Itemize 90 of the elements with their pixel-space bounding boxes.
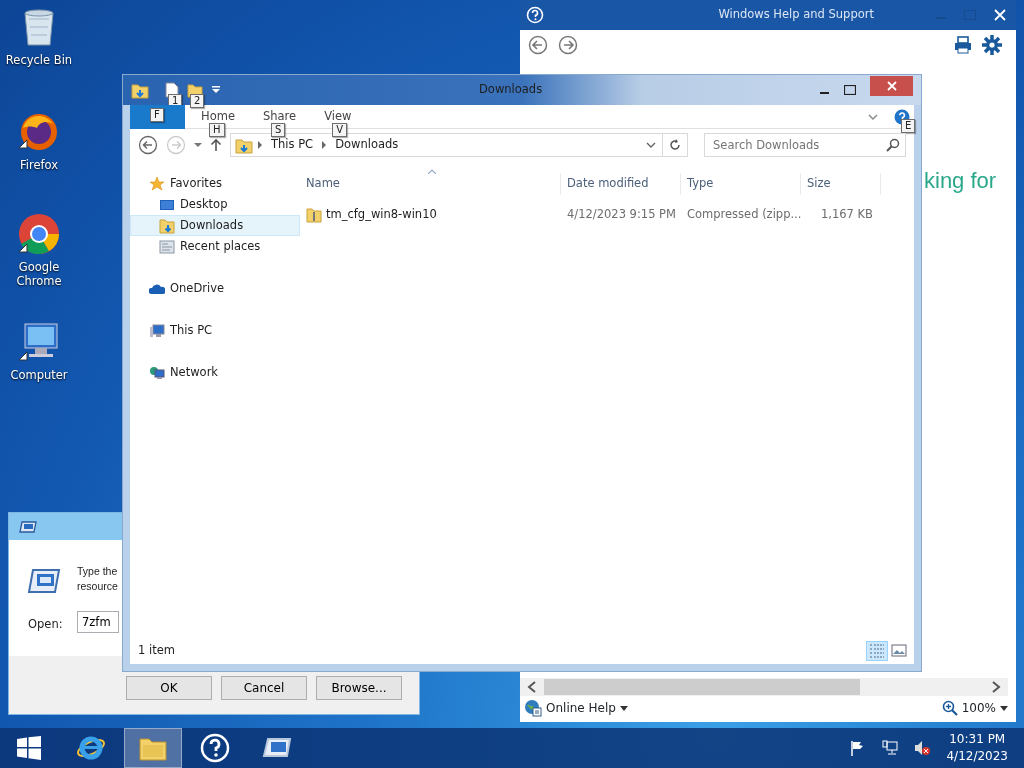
refresh-button[interactable]: [662, 133, 688, 157]
computer-icon: [149, 322, 165, 339]
dropdown-icon[interactable]: [646, 141, 656, 149]
caret-icon: [1000, 705, 1008, 711]
size-cell-text: 1,167 KB: [820, 206, 874, 224]
keytip: H: [209, 122, 225, 137]
windows-logo-icon: [16, 735, 42, 761]
status-text: 1 item: [138, 642, 175, 660]
desktop-icon-label[interactable]: Google Chrome: [4, 260, 74, 289]
breadcrumb-item[interactable]: This PC: [271, 136, 314, 154]
nav-item[interactable]: Downloads: [130, 215, 300, 236]
scrollbar-thumb[interactable]: [544, 679, 860, 695]
keytip: V: [332, 122, 347, 137]
keytip: S: [270, 122, 286, 137]
maximize-icon[interactable]: [844, 85, 856, 95]
forward-icon[interactable]: [558, 35, 578, 55]
desktop-icon-label[interactable]: Computer: [10, 368, 68, 383]
type-cell-text: Compressed (zipp...: [686, 206, 801, 224]
search-field[interactable]: Search Downloads: [704, 133, 906, 157]
keytip: 2: [190, 94, 205, 108]
globe-icon: [524, 699, 542, 717]
clock-date: 4/12/2023: [946, 748, 1008, 765]
star-icon: [149, 175, 165, 192]
address-bar[interactable]: This PC Downloads: [230, 133, 663, 157]
settings-icon[interactable]: [982, 35, 1002, 55]
clock-time: 10:31 PM: [948, 731, 1007, 748]
refresh-icon: [669, 139, 681, 151]
print-icon[interactable]: [954, 36, 972, 54]
chevron-right-icon: [321, 141, 328, 149]
desktop-icon-label[interactable]: Recycle Bin: [5, 53, 73, 68]
open-label: Open:: [28, 616, 63, 633]
recent-places-icon: [159, 238, 175, 255]
network-icon[interactable]: [882, 740, 899, 756]
prompt-text: Type the resource: [77, 564, 118, 594]
zip-folder-icon: [306, 207, 322, 223]
date-cell-text: 4/12/2023 9:15 PM: [566, 206, 677, 224]
file-tab[interactable]: F: [130, 104, 185, 129]
back-icon[interactable]: [138, 135, 158, 155]
zoom-button[interactable]: 100%: [941, 699, 1008, 717]
nav-item[interactable]: OneDrive: [130, 278, 300, 299]
large-icons-view-icon: [890, 642, 908, 660]
caret-icon: [619, 705, 628, 711]
back-icon[interactable]: [528, 35, 548, 55]
breadcrumb-item[interactable]: Downloads: [335, 136, 399, 154]
online-help-button[interactable]: Online Help: [524, 699, 628, 717]
folder-icon[interactable]: [131, 81, 149, 99]
close-icon: [886, 81, 897, 91]
dialog-button[interactable]: OK: [126, 676, 212, 700]
dialog-button[interactable]: Browse...: [316, 676, 402, 700]
chevron-down-icon[interactable]: [868, 112, 878, 121]
browser-icon[interactable]: [17, 212, 61, 256]
folder-icon: [235, 136, 253, 154]
up-arrow-icon[interactable]: [210, 138, 222, 152]
window-title: Windows Help and Support: [718, 6, 874, 24]
dropdown-icon[interactable]: [211, 85, 221, 95]
nav-item[interactable]: Recent places: [130, 236, 300, 257]
desktop-icon-label[interactable]: Firefox: [19, 158, 59, 173]
run-icon: [27, 566, 61, 596]
nav-item[interactable]: Favorites: [130, 173, 300, 194]
computer-icon[interactable]: [17, 320, 61, 364]
close-button[interactable]: [870, 76, 913, 96]
chevron-right-icon: [257, 141, 263, 149]
column-header[interactable]: Size: [801, 173, 881, 195]
zoom-icon: [941, 700, 958, 716]
help-icon: [200, 733, 230, 763]
keytip: F: [150, 107, 164, 122]
dialog-button[interactable]: Cancel: [221, 676, 307, 700]
column-header[interactable]: Type: [681, 173, 801, 195]
column-header[interactable]: Name: [300, 173, 561, 195]
dropdown-icon[interactable]: [194, 142, 202, 148]
nav-item[interactable]: This PC: [130, 320, 300, 341]
folder-icon: [159, 217, 175, 234]
nav-item[interactable]: Desktop: [130, 194, 300, 215]
window-title: Downloads: [479, 81, 543, 99]
search-icon: [886, 138, 900, 152]
run-icon: [19, 518, 37, 535]
column-header[interactable]: Date modified: [561, 173, 681, 195]
clock[interactable]: 10:31 PM 4/12/2023: [946, 731, 1008, 765]
network-icon: [149, 364, 165, 381]
keytip: E: [901, 118, 916, 133]
details-view-icon: [868, 642, 886, 660]
nav-item[interactable]: Network: [130, 362, 300, 383]
open-input-field[interactable]: 7zfm: [77, 611, 119, 633]
file-row[interactable]: tm_cfg_win8-win10 4/12/2023 9:15 PM Compressed (zipp... 1,167 KB: [300, 204, 914, 226]
close-icon[interactable]: [994, 9, 1006, 21]
speaker-muted-icon[interactable]: [914, 740, 931, 756]
file-name: tm_cfg_win8-win10: [326, 206, 437, 224]
heading-text: king for: [924, 167, 997, 195]
help-icon: [526, 6, 544, 24]
horizontal-scrollbar[interactable]: [520, 678, 1008, 696]
